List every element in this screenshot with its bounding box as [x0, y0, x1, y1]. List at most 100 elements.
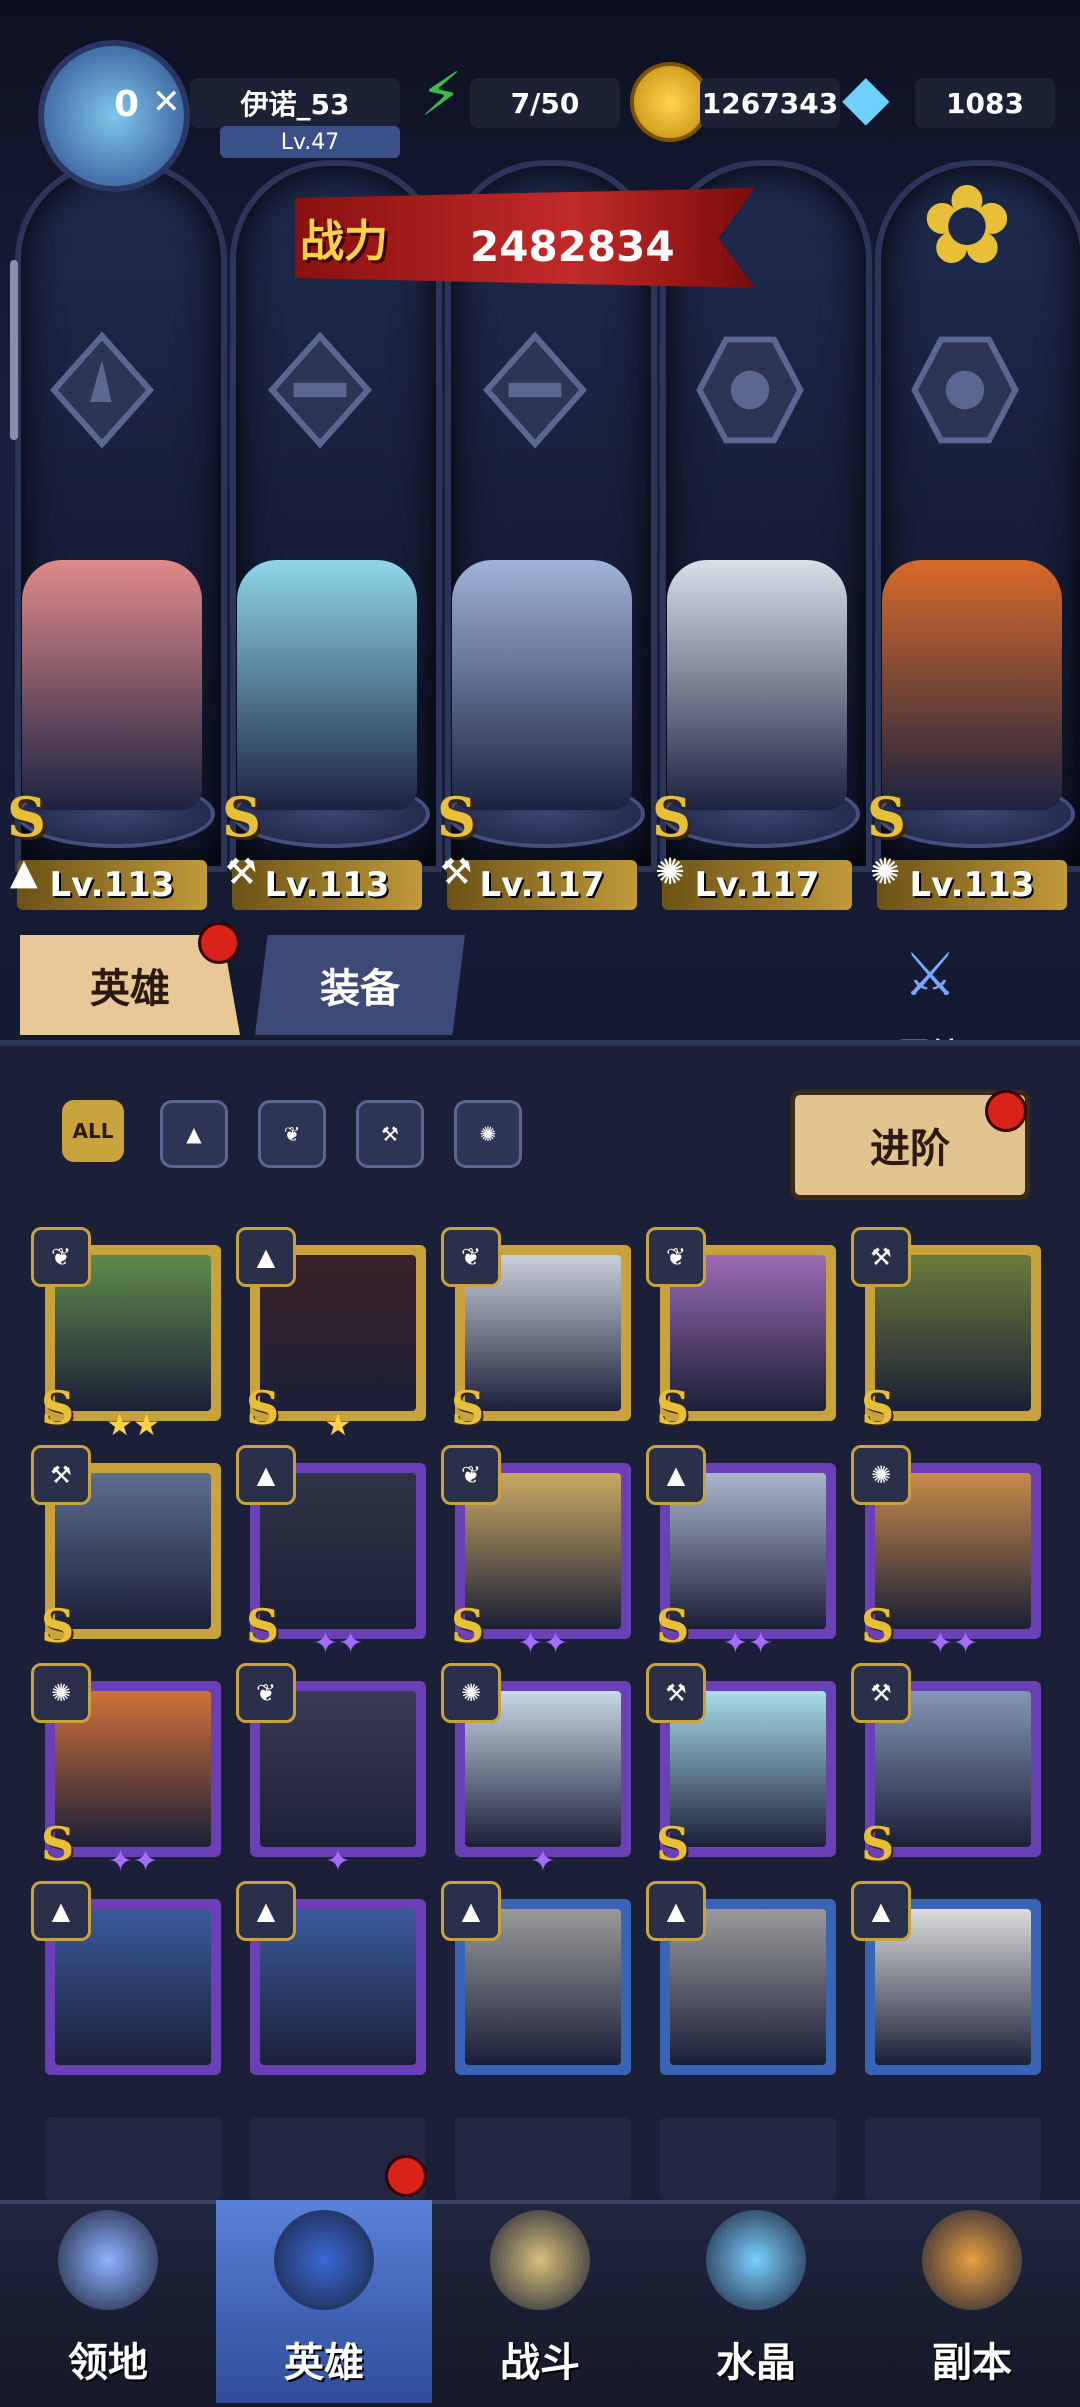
hero-stars: ✦: [530, 1844, 556, 1879]
hero-rank: S: [41, 1381, 75, 1435]
wing-class-icon: ❦: [441, 1445, 501, 1505]
roster-hero-card[interactable]: [455, 2117, 631, 2200]
mage-class-icon: ▲: [236, 1227, 296, 1287]
team-hero-1[interactable]: [22, 560, 202, 810]
roster-hero-card[interactable]: ✺ ✦: [441, 1663, 631, 1879]
team-hero-3[interactable]: [452, 560, 632, 810]
sword-icon: [490, 2210, 590, 2310]
mage-class-icon: ▲: [851, 1881, 911, 1941]
mage-icon: ▲: [10, 852, 38, 893]
wrench-icon: ⚒: [225, 852, 258, 893]
nav-item-5[interactable]: 副本: [864, 2200, 1080, 2403]
hero-rank: S: [246, 1599, 280, 1653]
wrench-class-icon: [260, 330, 380, 450]
hero-rank: S: [861, 1817, 895, 1871]
hero-stars: ✦✦: [107, 1844, 159, 1879]
hero-rank: S: [437, 785, 476, 849]
hero-rank: S: [861, 1599, 895, 1653]
roster-hero-card[interactable]: ❦ S: [646, 1227, 836, 1435]
roster-hero-card[interactable]: ❦ S: [441, 1227, 631, 1435]
energy-counter: 7/50: [470, 78, 620, 128]
nav-label: 副本: [932, 2340, 1012, 2386]
roster-hero-card[interactable]: ▲ S ✦✦: [236, 1445, 426, 1661]
gold-coin-icon[interactable]: [630, 62, 710, 142]
beast-class-icon: ✺: [441, 1663, 501, 1723]
roster-hero-card[interactable]: ▲ S ★: [236, 1227, 426, 1443]
wing-class-icon: ❦: [31, 1227, 91, 1287]
mage-class-icon: ▲: [646, 1445, 706, 1505]
filter-mage-icon[interactable]: ▲: [160, 1100, 228, 1168]
power-value: 2482834: [470, 222, 675, 271]
hero-rank: S: [246, 1381, 280, 1435]
player-avatar[interactable]: 0 ✕: [38, 40, 190, 192]
wrench-class-icon: ⚒: [851, 1227, 911, 1287]
hero-rank: S: [652, 785, 691, 849]
beast-icon: ✺: [870, 852, 901, 893]
filter-beast-icon[interactable]: ✺: [454, 1100, 522, 1168]
roster-hero-card[interactable]: ❦ S ✦✦: [441, 1445, 631, 1661]
nav-label: 领地: [68, 2340, 148, 2386]
wing-class-icon: ❦: [236, 1663, 296, 1723]
roster-hero-card[interactable]: ✺ S ✦✦: [31, 1663, 221, 1879]
diamond-icon[interactable]: ◆: [842, 62, 922, 132]
roster-hero-card[interactable]: ⚒ S: [646, 1663, 836, 1871]
roster-hero-card[interactable]: ✺ S ✦✦: [851, 1445, 1041, 1661]
wrench-class-icon: ⚒: [31, 1445, 91, 1505]
wing-class-icon: ❦: [646, 1227, 706, 1287]
hero-rank: S: [41, 1817, 75, 1871]
notification-dot: [198, 922, 240, 964]
roster-hero-card[interactable]: ❦ ✦: [236, 1663, 426, 1879]
avatar-badge: 0: [114, 84, 140, 125]
hero-rank: S: [656, 1381, 690, 1435]
mage-class-icon: ▲: [646, 1881, 706, 1941]
roster-hero-card[interactable]: ▲: [236, 1881, 426, 2075]
beast-class-icon: [690, 330, 810, 450]
hero-stars: ★: [324, 1408, 352, 1443]
beast-class-icon: [905, 330, 1025, 450]
bonds-icon[interactable]: ⚔: [880, 940, 980, 1020]
roster-hero-card[interactable]: ▲: [31, 1881, 221, 2075]
nav-label: 英雄: [284, 2340, 364, 2386]
team-hero-4[interactable]: [667, 560, 847, 810]
mage-class-icon: ▲: [31, 1881, 91, 1941]
team-hero-5[interactable]: [882, 560, 1062, 810]
mage-class-icon: [42, 330, 162, 450]
diamond-counter: 1083: [915, 78, 1055, 128]
hero-stars: ✦✦: [722, 1626, 774, 1661]
filter-wrench-icon[interactable]: ⚒: [356, 1100, 424, 1168]
roster-hero-card[interactable]: [865, 2117, 1041, 2200]
mage-class-icon: ▲: [236, 1445, 296, 1505]
roster-hero-card[interactable]: ▲: [441, 1881, 631, 2075]
nav-label: 战斗: [500, 2340, 580, 2386]
wizard-hat-icon: [274, 2210, 374, 2310]
roster-hero-card[interactable]: ▲: [851, 1881, 1041, 2075]
filter-all[interactable]: ALL: [62, 1100, 124, 1162]
notification-dot: [385, 2155, 427, 2197]
mage-class-icon: ▲: [441, 1881, 501, 1941]
filter-wing-icon[interactable]: ❦: [258, 1100, 326, 1168]
settings-flower-icon[interactable]: ✿: [912, 170, 1022, 280]
hero-rank: S: [451, 1599, 485, 1653]
roster-hero-card[interactable]: ❦ S ★★: [31, 1227, 221, 1443]
roster-hero-card[interactable]: ⚒ S: [851, 1663, 1041, 1871]
roster-hero-card[interactable]: ⚒ S: [31, 1445, 221, 1653]
roster-hero-card[interactable]: [45, 2117, 221, 2200]
roster-hero-card[interactable]: ⚒ S: [851, 1227, 1041, 1435]
nav-item-2[interactable]: 英雄: [216, 2200, 432, 2403]
side-scroll-indicator: [10, 260, 18, 440]
nav-item-1[interactable]: 领地: [0, 2200, 216, 2403]
wrench-class-icon: ⚒: [851, 1663, 911, 1723]
roster-hero-card[interactable]: [660, 2117, 836, 2200]
crystal-icon: [706, 2210, 806, 2310]
roster-hero-card[interactable]: ▲: [646, 1881, 836, 2075]
wrench-class-icon: [475, 330, 595, 450]
notification-dot: [985, 1090, 1027, 1132]
roster-hero-card[interactable]: ▲ S ✦✦: [646, 1445, 836, 1661]
wrench-class-icon: ⚒: [646, 1663, 706, 1723]
tab-equipment[interactable]: 装备: [255, 935, 465, 1035]
hero-rank: S: [656, 1817, 690, 1871]
nav-item-3[interactable]: 战斗: [432, 2200, 648, 2403]
nav-item-4[interactable]: 水晶: [648, 2200, 864, 2403]
team-hero-2[interactable]: [237, 560, 417, 810]
beast-class-icon: ✺: [851, 1445, 911, 1505]
